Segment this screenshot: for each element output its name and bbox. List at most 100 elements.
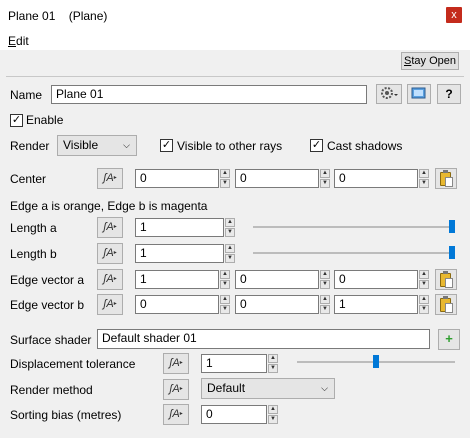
edge-vector-a-y-field[interactable]: 0: [235, 270, 319, 289]
displacement-tolerance-spinner[interactable]: ▲ ▼: [268, 354, 278, 373]
center-y-field[interactable]: 0: [235, 169, 319, 188]
edge-vector-b-y-spinner[interactable]: ▲ ▼: [320, 295, 330, 314]
center-curve-button[interactable]: ʃA▸: [97, 168, 123, 189]
center-z-spinner[interactable]: ▲ ▼: [419, 169, 429, 188]
sorting-bias-spinner[interactable]: ▲ ▼: [268, 405, 278, 424]
spin-up-icon[interactable]: ▲: [320, 169, 330, 178]
length-a-field[interactable]: 1: [135, 218, 224, 237]
spin-down-icon[interactable]: ▼: [320, 305, 330, 314]
length-a-slider-track[interactable]: [253, 226, 455, 228]
spin-down-icon[interactable]: ▼: [268, 364, 278, 373]
edge-vector-a-curve-button[interactable]: ʃA▸: [97, 269, 123, 290]
spin-up-icon[interactable]: ▲: [419, 270, 429, 279]
center-clipboard-button[interactable]: [435, 168, 457, 189]
spin-up-icon[interactable]: ▲: [268, 405, 278, 414]
spin-up-icon[interactable]: ▲: [220, 295, 230, 304]
spin-down-icon[interactable]: ▼: [220, 280, 230, 289]
render-select-value: Visible: [63, 138, 99, 152]
edge-vector-a-z-field[interactable]: 0: [334, 270, 418, 289]
small-arrow-icon: ▸: [113, 276, 117, 282]
length-b-slider-thumb[interactable]: [449, 246, 455, 259]
spin-down-icon[interactable]: ▼: [225, 228, 235, 237]
edge-vector-b-clipboard-button[interactable]: [435, 294, 457, 315]
spin-down-icon[interactable]: ▼: [220, 179, 230, 188]
center-y-spinner[interactable]: ▲ ▼: [320, 169, 330, 188]
settings-button[interactable]: [376, 84, 402, 104]
fcurve-icon: ʃA: [169, 357, 180, 369]
spin-down-icon[interactable]: ▼: [419, 305, 429, 314]
length-b-spinner[interactable]: ▲ ▼: [225, 244, 235, 263]
stay-open-button[interactable]: Stay Open: [401, 52, 459, 70]
visible-to-other-rays-label: Visible to other rays: [177, 139, 283, 153]
center-x-spinner[interactable]: ▲ ▼: [220, 169, 230, 188]
fcurve-icon: ʃA: [103, 298, 114, 310]
center-z-field[interactable]: 0: [334, 169, 418, 188]
gear-icon: [381, 87, 398, 99]
help-button[interactable]: ?: [437, 84, 461, 104]
close-button[interactable]: x: [446, 7, 462, 23]
edge-vector-b-x-field[interactable]: 0: [135, 295, 219, 314]
menu-edit[interactable]: Edit: [8, 34, 29, 48]
length-a-spinner[interactable]: ▲ ▼: [225, 218, 235, 237]
displacement-tolerance-curve-button[interactable]: ʃA▸: [163, 353, 189, 374]
preview-button[interactable]: [407, 84, 431, 104]
sorting-bias-field[interactable]: 0: [201, 405, 267, 424]
spin-up-icon[interactable]: ▲: [419, 295, 429, 304]
cast-shadows-checkbox[interactable]: ✓: [310, 139, 323, 152]
edge-vector-a-x-field[interactable]: 1: [135, 270, 219, 289]
spin-down-icon[interactable]: ▼: [419, 179, 429, 188]
spin-down-icon[interactable]: ▼: [225, 254, 235, 263]
add-shader-button[interactable]: +: [438, 329, 460, 350]
sorting-bias-curve-button[interactable]: ʃA▸: [163, 404, 189, 425]
render-method-curve-button[interactable]: ʃA▸: [163, 379, 189, 400]
spin-up-icon[interactable]: ▲: [268, 354, 278, 363]
spin-up-icon[interactable]: ▲: [320, 270, 330, 279]
menu-bar: [0, 30, 470, 50]
enable-checkbox[interactable]: ✓: [10, 114, 23, 127]
spin-up-icon[interactable]: ▲: [225, 244, 235, 253]
length-b-curve-button[interactable]: ʃA▸: [97, 243, 123, 264]
render-method-select[interactable]: Default ⌵: [201, 378, 335, 399]
displacement-tolerance-field[interactable]: 1: [201, 354, 267, 373]
length-b-field[interactable]: 1: [135, 244, 224, 263]
small-arrow-icon: ▸: [179, 360, 183, 366]
spin-down-icon[interactable]: ▼: [268, 415, 278, 424]
small-arrow-icon: ▸: [113, 250, 117, 256]
edge-vector-b-z-field[interactable]: 1: [334, 295, 418, 314]
spin-up-icon[interactable]: ▲: [419, 169, 429, 178]
spin-down-icon[interactable]: ▼: [419, 280, 429, 289]
spin-up-icon[interactable]: ▲: [225, 218, 235, 227]
spin-down-icon[interactable]: ▼: [320, 280, 330, 289]
edge-vector-a-clipboard-button[interactable]: [435, 269, 457, 290]
edge-vector-a-z-spinner[interactable]: ▲ ▼: [419, 270, 429, 289]
length-a-curve-button[interactable]: ʃA▸: [97, 217, 123, 238]
center-x-field[interactable]: 0: [135, 169, 219, 188]
page-icon: [445, 303, 453, 313]
chevron-down-icon: ⌵: [123, 140, 130, 150]
edge-vector-b-z-spinner[interactable]: ▲ ▼: [419, 295, 429, 314]
surface-shader-field[interactable]: Default shader 01: [97, 329, 430, 349]
spin-up-icon[interactable]: ▲: [220, 270, 230, 279]
edge-vector-b-x-spinner[interactable]: ▲ ▼: [220, 295, 230, 314]
center-label: Center: [10, 172, 47, 186]
edge-vector-a-x-spinner[interactable]: ▲ ▼: [220, 270, 230, 289]
displacement-tolerance-slider-thumb[interactable]: [373, 355, 379, 368]
displacement-tolerance-label: Displacement tolerance: [10, 357, 136, 371]
visible-to-other-rays-checkbox[interactable]: ✓: [160, 139, 173, 152]
edge-vector-b-y-field[interactable]: 0: [235, 295, 319, 314]
render-select[interactable]: Visible ⌵: [57, 135, 137, 156]
edge-vector-a-y-spinner[interactable]: ▲ ▼: [320, 270, 330, 289]
name-field[interactable]: Plane 01: [51, 85, 367, 104]
spin-down-icon[interactable]: ▼: [220, 305, 230, 314]
chevron-down-icon: ⌵: [321, 383, 328, 393]
fcurve-icon: ʃA: [103, 172, 114, 184]
edge-vector-b-curve-button[interactable]: ʃA▸: [97, 294, 123, 315]
spin-up-icon[interactable]: ▲: [320, 295, 330, 304]
edge-vector-b-label: Edge vector b: [10, 298, 85, 312]
length-a-slider-thumb[interactable]: [449, 220, 455, 233]
spin-down-icon[interactable]: ▼: [320, 179, 330, 188]
length-b-slider-track[interactable]: [253, 252, 455, 254]
spin-up-icon[interactable]: ▲: [220, 169, 230, 178]
fcurve-icon: ʃA: [103, 273, 114, 285]
cast-shadows-label: Cast shadows: [327, 139, 403, 153]
